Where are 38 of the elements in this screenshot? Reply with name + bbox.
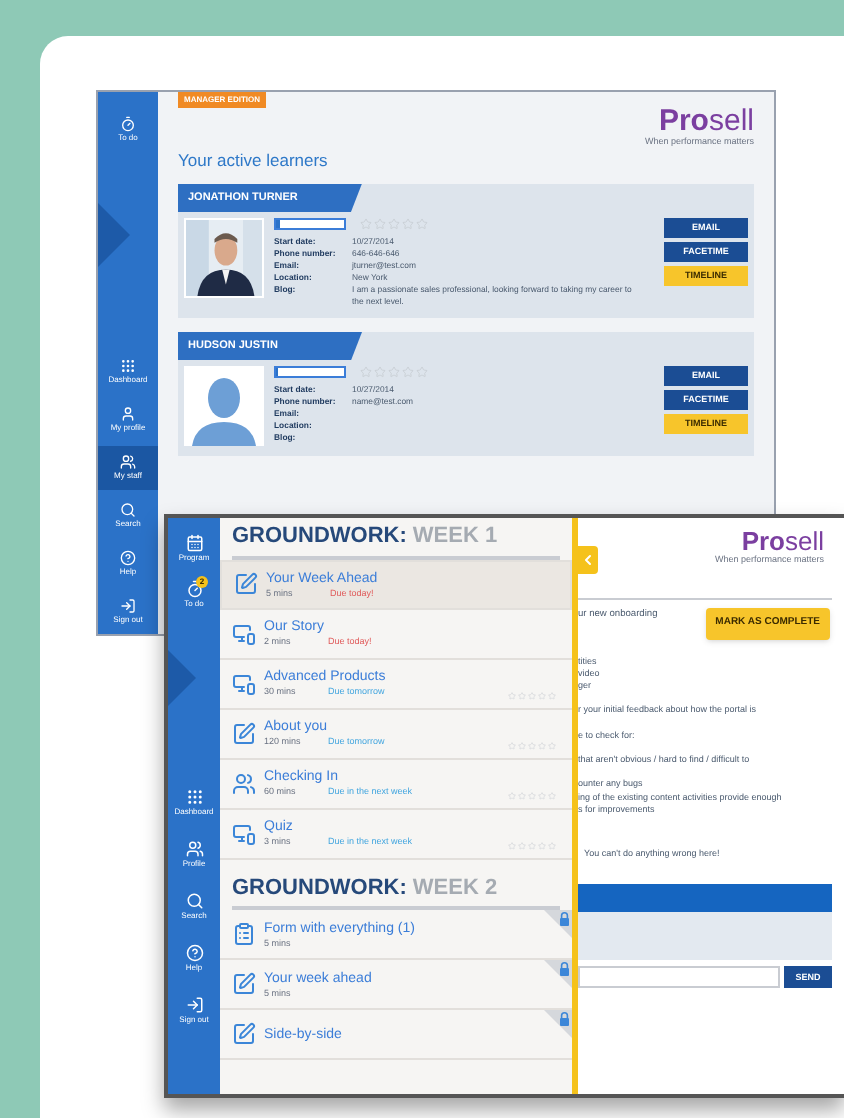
search-icon [120,502,136,518]
stopwatch-icon [120,116,136,132]
devices-icon [232,671,256,695]
help-icon [185,944,203,962]
grid-icon [185,788,203,806]
week-title: GROUNDWORK: [232,522,407,552]
sign-out-icon [120,598,136,614]
people-icon [185,840,203,858]
pencil-icon [232,1022,256,1046]
week-number: WEEK 2 [412,873,498,903]
arrow-graphic [98,200,130,270]
collapse-button[interactable] [578,546,598,574]
people-icon [120,454,136,470]
pencil-icon [232,972,256,996]
lock-corner-icon [544,960,572,988]
person-icon [120,406,136,422]
people-icon [232,771,256,795]
week-title: GROUNDWORK: [232,873,407,903]
pencil-icon [234,572,258,596]
calendar-icon [185,534,203,552]
chevron-left-icon [580,552,596,568]
week-number: WEEK 1 [412,522,498,552]
grid-icon [120,358,136,374]
search-icon [185,892,203,910]
devices-icon [232,821,256,845]
avatar-icon [184,366,264,447]
sign-out-icon [185,996,203,1014]
page-heading: Your active learners [178,148,328,174]
help-icon [120,550,136,566]
arrow-graphic [168,648,196,708]
stopwatch-icon [185,580,203,598]
clipboard-icon [232,922,256,946]
devices-icon [232,621,256,645]
brand-logo: Prosell [658,106,754,136]
brand-logo: Prosell [741,528,824,554]
lock-corner-icon [544,1010,572,1038]
message-field[interactable] [578,966,780,989]
pencil-icon [232,721,256,745]
